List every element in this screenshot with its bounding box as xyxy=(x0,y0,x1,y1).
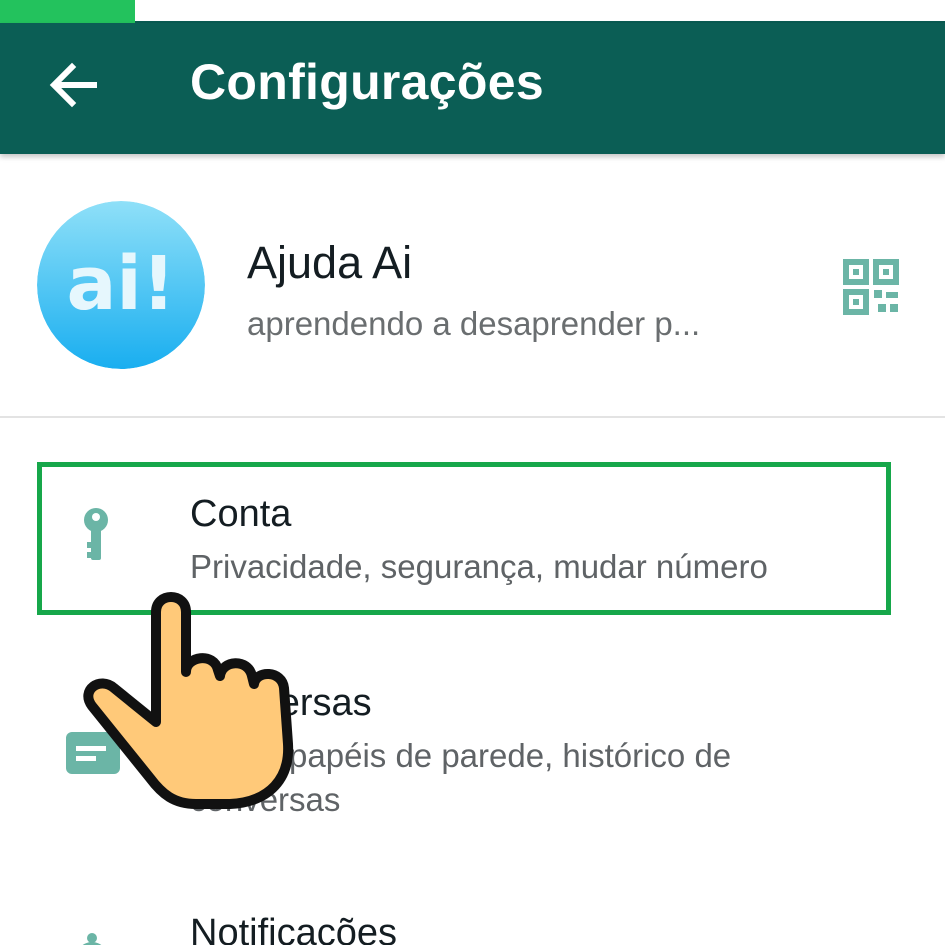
notifications-item-title: Notificações xyxy=(190,912,397,945)
settings-screen: Configurações ai! Ajuda Ai aprendendo a … xyxy=(0,0,945,945)
qr-code-button[interactable] xyxy=(838,254,904,320)
profile-about: aprendendo a desaprender p... xyxy=(247,305,701,342)
arrow-back-icon xyxy=(49,62,97,108)
profile-row[interactable]: ai! Ajuda Ai aprendendo a desaprender p.… xyxy=(0,154,945,416)
pointing-hand-icon xyxy=(83,592,294,809)
avatar[interactable]: ai! xyxy=(37,201,205,369)
avatar-logo: ai! xyxy=(37,201,205,369)
page-title: Configurações xyxy=(190,54,544,110)
back-button[interactable] xyxy=(36,47,112,123)
pointer-hand xyxy=(70,572,320,812)
settings-item-notifications[interactable]: Notificações xyxy=(0,858,945,945)
app-bar: Configurações xyxy=(0,23,945,154)
progress-fill xyxy=(0,0,136,23)
profile-name: Ajuda Ai xyxy=(247,237,413,288)
notifications-item-icon xyxy=(62,930,122,945)
svg-text:ai!: ai! xyxy=(66,241,175,327)
qr-code-icon xyxy=(843,259,899,315)
status-progress-bar xyxy=(0,0,945,23)
bell-icon xyxy=(82,933,102,945)
